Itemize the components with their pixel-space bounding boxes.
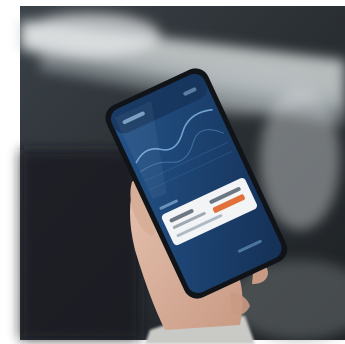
photo: [0, 0, 345, 344]
photo-scene: [0, 0, 345, 344]
